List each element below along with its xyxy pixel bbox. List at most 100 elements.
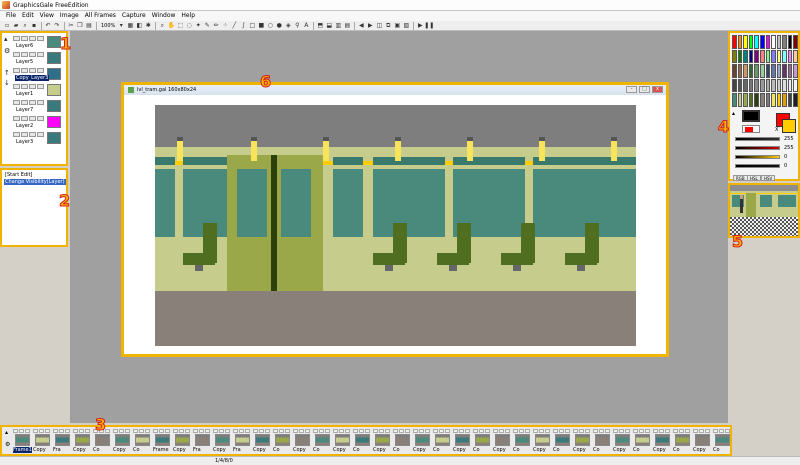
color-swatch[interactable]: [732, 49, 737, 64]
pixel-canvas[interactable]: [155, 105, 636, 346]
preview-image[interactable]: [730, 185, 798, 236]
color-swatch[interactable]: [759, 64, 765, 78]
color-swatch[interactable]: [787, 49, 793, 64]
zoom-select[interactable]: 100%: [99, 23, 117, 29]
search-icon[interactable]: ⌕: [21, 22, 29, 30]
frame-thumb[interactable]: Copy: [653, 429, 672, 454]
play-icon[interactable]: ▶: [416, 22, 424, 30]
rect-select-icon[interactable]: ⬚: [176, 22, 184, 30]
brush-icon[interactable]: ✏: [212, 22, 220, 30]
maximize-button[interactable]: □: [639, 86, 650, 93]
color-swatch[interactable]: [748, 78, 754, 93]
color-swatch[interactable]: [754, 64, 759, 78]
color-swatch[interactable]: [765, 35, 771, 49]
frame-toggles[interactable]: [573, 429, 592, 433]
foreground-color-box[interactable]: [742, 110, 760, 122]
slider-track[interactable]: [735, 155, 780, 159]
color-swatch[interactable]: [776, 49, 782, 64]
color-swatch[interactable]: [776, 78, 782, 93]
frame-thumb[interactable]: Copy: [373, 429, 392, 454]
history-item-selected[interactable]: Change Visibility(Layer): [4, 179, 66, 185]
tab-hsv[interactable]: HSV: [761, 175, 776, 181]
frame-toggles[interactable]: [493, 429, 512, 433]
color-swatch[interactable]: [732, 35, 737, 49]
color-swatch[interactable]: [732, 93, 737, 107]
rectangle-icon[interactable]: □: [248, 22, 256, 30]
frame-toggles[interactable]: [113, 429, 132, 433]
frame-thumb[interactable]: Fra: [193, 429, 212, 454]
color-swatch[interactable]: [748, 35, 754, 49]
color-swatch[interactable]: [737, 78, 743, 93]
color-swatch[interactable]: [743, 93, 748, 107]
frame-toggles[interactable]: [233, 429, 252, 433]
frame-thumb[interactable]: Copy: [33, 429, 52, 454]
arrow-up-icon[interactable]: ↑: [4, 69, 10, 77]
layer-row[interactable]: Layer7: [13, 100, 63, 115]
layer-toggles[interactable]: [13, 100, 45, 105]
frame-list-icon[interactable]: ▥: [334, 22, 342, 30]
menu-file[interactable]: File: [3, 11, 19, 21]
layers-icon[interactable]: ◧: [135, 22, 143, 30]
redo-icon[interactable]: ↷: [53, 22, 61, 30]
history-item[interactable]: [Start Edit]: [4, 172, 66, 178]
frame-thumb[interactable]: Copy: [573, 429, 592, 454]
layer-row[interactable]: Layer6: [13, 36, 63, 51]
chevron-down-icon[interactable]: ▾: [117, 22, 125, 30]
frame-thumb[interactable]: Copy: [333, 429, 352, 454]
frame-thumb[interactable]: Co: [553, 429, 572, 454]
resize-icon[interactable]: ⬓: [325, 22, 333, 30]
frame-toggles[interactable]: [553, 429, 572, 433]
frame-thumb[interactable]: Copy: [253, 429, 272, 454]
close-button[interactable]: x: [652, 86, 663, 93]
color-swatch[interactable]: [743, 49, 748, 64]
frame-toggles[interactable]: [133, 429, 152, 433]
frame-toggles[interactable]: [653, 429, 672, 433]
eyedropper-icon[interactable]: ⚲: [293, 22, 301, 30]
frame-toggles[interactable]: [253, 429, 272, 433]
tab-hsl[interactable]: HSL: [747, 175, 761, 181]
prev-frame-icon[interactable]: ◀: [357, 22, 365, 30]
grid-icon[interactable]: ▦: [126, 22, 134, 30]
hand-tool-icon[interactable]: ✋: [167, 22, 175, 30]
frame-thumb[interactable]: Co: [473, 429, 492, 454]
frame-thumb[interactable]: Copy: [213, 429, 232, 454]
color-swatch[interactable]: [782, 93, 787, 107]
frame-thumb[interactable]: Copy: [533, 429, 552, 454]
frame-thumb-selected[interactable]: Frame1: [13, 429, 32, 454]
color-swatch[interactable]: [771, 93, 776, 107]
frame-toggles[interactable]: [533, 429, 552, 433]
color-swatch[interactable]: [743, 78, 748, 93]
frame-thumb[interactable]: Co: [513, 429, 532, 454]
swap-colors-label[interactable]: X: [775, 127, 778, 133]
frame-thumb[interactable]: Co: [353, 429, 372, 454]
layer-row[interactable]: Layer3: [13, 132, 63, 147]
frame-toggles[interactable]: [513, 429, 532, 433]
frame-toggles[interactable]: [613, 429, 632, 433]
cut-icon[interactable]: ✂: [67, 22, 75, 30]
layer-row[interactable]: Layer2: [13, 116, 63, 131]
lasso-icon[interactable]: ◌: [185, 22, 193, 30]
color-swatch[interactable]: [754, 78, 759, 93]
menu-help[interactable]: Help: [178, 11, 198, 21]
color-swatch[interactable]: [743, 35, 748, 49]
color-swatch[interactable]: [765, 49, 771, 64]
color-swatch[interactable]: [759, 49, 765, 64]
color-swatch[interactable]: [759, 93, 765, 107]
frame-up-icon[interactable]: ▴: [5, 429, 8, 436]
tab-rgb[interactable]: RGB: [733, 175, 748, 181]
frame-thumb[interactable]: Co: [593, 429, 612, 454]
frame-thumb[interactable]: Copy: [613, 429, 632, 454]
frame-toggles[interactable]: [413, 429, 432, 433]
frame-toggles[interactable]: [193, 429, 212, 433]
timeline-icon[interactable]: ▤: [343, 22, 351, 30]
color-swatch[interactable]: [782, 64, 787, 78]
line-icon[interactable]: ╱: [230, 22, 238, 30]
frame-thumb[interactable]: Co: [633, 429, 652, 454]
frame-thumb[interactable]: Co: [713, 429, 730, 454]
secondary-color-swatch[interactable]: [782, 119, 796, 133]
slider-track[interactable]: [735, 146, 780, 150]
pencil-icon[interactable]: ✎: [203, 22, 211, 30]
document-titlebar[interactable]: lvl_tram.gal 160x80x24 - □ x: [124, 85, 666, 95]
magic-wand-icon[interactable]: ✦: [194, 22, 202, 30]
frame-thumb[interactable]: Co: [313, 429, 332, 454]
